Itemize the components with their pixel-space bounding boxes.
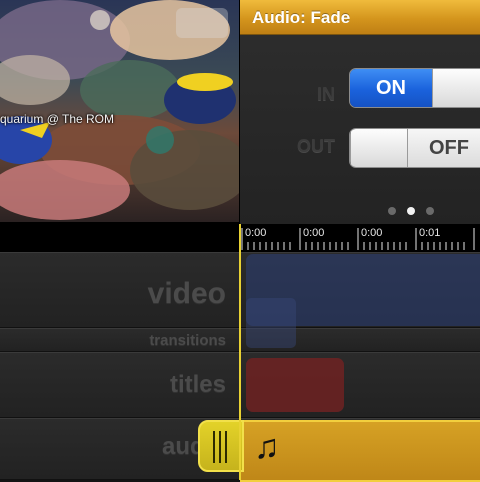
ruler-tick-label: 0:01 bbox=[419, 227, 441, 239]
ruler-tick-label: 0:00 bbox=[303, 227, 325, 239]
grip-line bbox=[219, 431, 221, 463]
page-dot-2-active[interactable] bbox=[407, 207, 415, 215]
fade-out-label: OUT bbox=[297, 136, 335, 156]
fade-out-toggle[interactable]: OFF bbox=[349, 128, 480, 168]
grip-line bbox=[213, 431, 215, 463]
ruler-tick-label: 0:00 bbox=[245, 227, 267, 239]
grip-line bbox=[225, 431, 227, 463]
fade-in-toggle[interactable]: ON bbox=[349, 68, 480, 108]
ruler-tick-label: 0:00 bbox=[361, 227, 383, 239]
music-note-icon: ♫ bbox=[254, 428, 280, 466]
video-caption: quarium @ The ROM bbox=[0, 112, 114, 126]
title-clip[interactable] bbox=[246, 358, 344, 412]
titles-track-label: titles bbox=[169, 371, 226, 398]
transition-clip[interactable] bbox=[246, 298, 296, 348]
fade-in-toggle-on-label: ON bbox=[350, 69, 432, 107]
panel-title: Audio: Fade bbox=[252, 8, 351, 27]
drag-handle-icon[interactable] bbox=[198, 420, 244, 472]
page-dot-3[interactable] bbox=[426, 207, 434, 215]
fade-in-toggle-knob[interactable] bbox=[432, 69, 480, 107]
audio-fade-panel: Audio: Fade IN ON OUT OFF bbox=[240, 0, 480, 224]
ruler-ticks bbox=[241, 228, 475, 250]
video-preview[interactable]: quarium @ The ROM bbox=[0, 0, 240, 222]
preview-bottom-bar bbox=[0, 222, 240, 252]
transitions-track-label: transitions bbox=[149, 332, 226, 349]
page-indicator[interactable] bbox=[388, 207, 434, 215]
playhead[interactable] bbox=[239, 224, 241, 480]
timeline-ruler[interactable]: 0:00 0:00 0:00 0:01 bbox=[240, 224, 480, 252]
fade-in-label: IN bbox=[317, 84, 335, 104]
panel-header: Audio: Fade bbox=[240, 0, 480, 35]
video-track-label: video bbox=[147, 277, 226, 310]
page-dot-1[interactable] bbox=[388, 207, 396, 215]
fade-out-toggle-knob[interactable] bbox=[350, 129, 408, 167]
fade-out-toggle-off-label: OFF bbox=[408, 129, 480, 167]
preview-overlay-button[interactable] bbox=[176, 8, 228, 38]
